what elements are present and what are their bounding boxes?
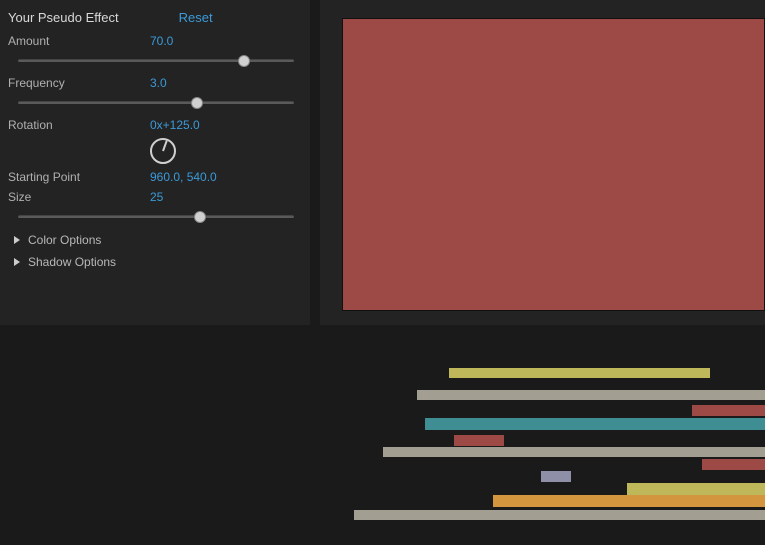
frequency-value[interactable]: 3.0 <box>150 76 167 90</box>
rotation-label: Rotation <box>8 118 150 132</box>
rotation-row: Rotation 0x+125.0 <box>8 115 302 167</box>
amount-label: Amount <box>8 34 150 48</box>
timeline-bar[interactable] <box>627 483 765 495</box>
effects-panel: Your Pseudo Effect Reset Amount 70.0 Fre… <box>0 0 310 325</box>
amount-value[interactable]: 70.0 <box>150 34 173 48</box>
preview-panel <box>320 0 765 325</box>
timeline-bar[interactable] <box>417 390 765 400</box>
shadow-options-group[interactable]: Shadow Options <box>8 251 302 273</box>
timeline-bar[interactable] <box>383 447 765 457</box>
amount-slider-thumb[interactable] <box>238 55 250 67</box>
color-options-group[interactable]: Color Options <box>8 229 302 251</box>
timeline-bar[interactable] <box>692 405 765 416</box>
starting-point-value[interactable]: 960.0, 540.0 <box>150 170 217 184</box>
size-label: Size <box>8 190 150 204</box>
disclosure-icon <box>14 236 20 244</box>
color-options-label: Color Options <box>28 233 101 247</box>
rotation-angle-hand <box>162 140 168 151</box>
timeline-area[interactable] <box>0 335 765 545</box>
rotation-value[interactable]: 0x+125.0 <box>150 118 200 132</box>
disclosure-icon <box>14 258 20 266</box>
amount-row: Amount 70.0 <box>8 31 302 51</box>
effect-header: Your Pseudo Effect Reset <box>8 6 302 31</box>
size-slider-thumb[interactable] <box>194 211 206 223</box>
timeline-bar[interactable] <box>541 471 571 482</box>
effect-title: Your Pseudo Effect <box>8 10 119 25</box>
timeline-bar[interactable] <box>425 418 765 430</box>
frequency-slider[interactable] <box>18 101 294 105</box>
size-slider[interactable] <box>18 215 294 219</box>
reset-button[interactable]: Reset <box>179 10 213 25</box>
starting-point-label: Starting Point <box>8 170 150 184</box>
starting-point-row: Starting Point 960.0, 540.0 <box>8 167 302 187</box>
size-value[interactable]: 25 <box>150 190 163 204</box>
timeline-bar[interactable] <box>449 368 710 378</box>
frequency-label: Frequency <box>8 76 150 90</box>
amount-slider[interactable] <box>18 59 294 63</box>
timeline-bar[interactable] <box>354 510 765 520</box>
timeline-bar[interactable] <box>493 495 765 507</box>
frequency-row: Frequency 3.0 <box>8 73 302 93</box>
timeline-bar[interactable] <box>702 459 765 470</box>
size-row: Size 25 <box>8 187 302 207</box>
timeline-bar[interactable] <box>454 435 504 446</box>
shadow-options-label: Shadow Options <box>28 255 116 269</box>
frequency-slider-thumb[interactable] <box>191 97 203 109</box>
preview-rect[interactable] <box>342 18 765 311</box>
rotation-angle-control[interactable] <box>150 138 176 164</box>
